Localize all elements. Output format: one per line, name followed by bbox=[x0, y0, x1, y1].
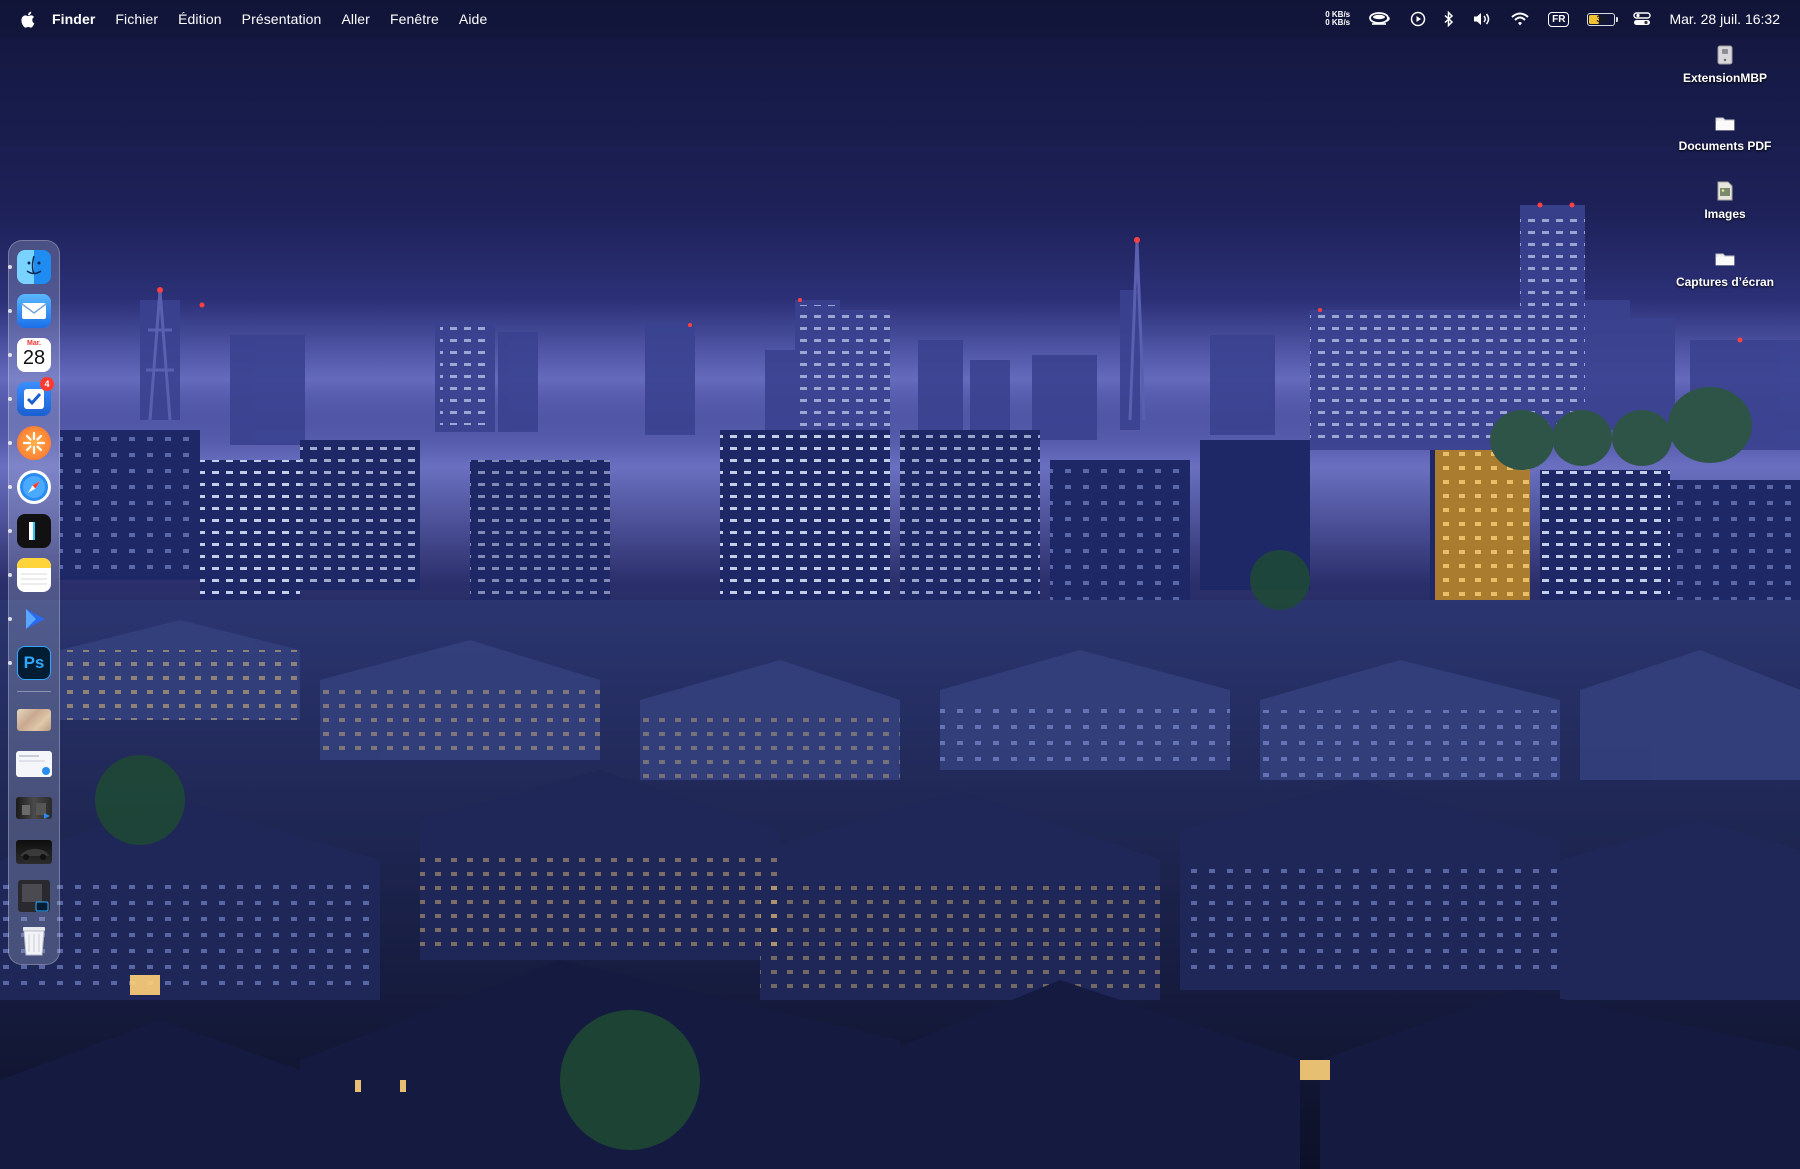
menu-fichier[interactable]: Fichier bbox=[115, 11, 158, 27]
apple-icon[interactable] bbox=[18, 10, 36, 28]
menu-bar-status: 0 KB/s 0 KB/s FR 35 Mar. 28 juil. 16:32 bbox=[1307, 11, 1780, 27]
menu-edition[interactable]: Édition bbox=[178, 11, 222, 27]
notes-icon bbox=[17, 557, 51, 592]
document-thumbnail-icon bbox=[16, 750, 52, 777]
running-indicator bbox=[8, 529, 12, 533]
desktop-wallpaper bbox=[0, 0, 1800, 1169]
desktop-icon-extensionmbp[interactable]: ExtensionMBP bbox=[1650, 40, 1800, 108]
dock-app-mail[interactable] bbox=[8, 291, 54, 331]
menu-presentation[interactable]: Présentation bbox=[242, 11, 322, 27]
dock-recent-document[interactable] bbox=[14, 744, 54, 784]
drive-icon bbox=[1715, 44, 1735, 66]
control-center-icon[interactable] bbox=[1633, 11, 1652, 27]
dock-app-calendar[interactable]: Mar. 28 bbox=[8, 335, 54, 375]
menu-bar: Finder Fichier Édition Présentation Alle… bbox=[0, 0, 1800, 38]
desktop-icon-label: Documents PDF bbox=[1678, 139, 1772, 153]
desktop-icon-label: Captures d’écran bbox=[1675, 275, 1775, 289]
running-indicator bbox=[8, 617, 12, 621]
finder-icon bbox=[17, 249, 51, 284]
image-file-icon bbox=[1715, 180, 1735, 202]
menu-bar-clock[interactable]: Mar. 28 juil. 16:32 bbox=[1669, 11, 1780, 27]
video-thumbnail-icon bbox=[16, 839, 52, 864]
dock-app-safari[interactable] bbox=[8, 467, 54, 507]
mail-icon bbox=[17, 293, 51, 328]
calendar-icon: Mar. 28 bbox=[17, 337, 51, 372]
dock-app-infuse[interactable] bbox=[8, 599, 54, 639]
wifi-icon[interactable] bbox=[1510, 11, 1530, 27]
desktop-icon-label: Images bbox=[1704, 207, 1746, 221]
psd-thumbnail-icon bbox=[18, 879, 50, 912]
menu-aide[interactable]: Aide bbox=[459, 11, 487, 27]
calendar-day: 28 bbox=[22, 346, 46, 369]
battery-indicator[interactable]: 35 bbox=[1587, 12, 1619, 26]
desktop-icon-images[interactable]: Images bbox=[1650, 176, 1800, 244]
photoshop-icon: Ps bbox=[17, 645, 51, 680]
play-circle-icon[interactable] bbox=[1410, 11, 1426, 27]
dock-app-photoshop[interactable]: Ps bbox=[8, 643, 54, 683]
dock-app-ia-writer[interactable] bbox=[8, 511, 54, 551]
writer-cursor-icon bbox=[17, 513, 51, 548]
running-indicator bbox=[8, 661, 12, 665]
desktop-icons: ExtensionMBP Documents PDF Images Captur… bbox=[1650, 40, 1800, 312]
dock-separator bbox=[17, 691, 51, 692]
notification-badge: 4 bbox=[40, 377, 54, 391]
menu-fenetre[interactable]: Fenêtre bbox=[390, 11, 439, 27]
safari-compass-icon bbox=[17, 469, 51, 504]
dock-recent-image[interactable] bbox=[14, 700, 54, 740]
dock-app-reminders[interactable]: 4 bbox=[8, 377, 54, 419]
coffee-cup-icon[interactable] bbox=[1368, 11, 1392, 27]
desktop-icon-captures-ecran[interactable]: Captures d’écran bbox=[1650, 244, 1800, 312]
dock-app-finder[interactable] bbox=[8, 247, 54, 287]
menu-bar-left: Finder Fichier Édition Présentation Alle… bbox=[18, 10, 507, 28]
dock-trash[interactable] bbox=[14, 920, 54, 960]
video-thumbnail-icon bbox=[16, 796, 52, 819]
network-speed-monitor[interactable]: 0 KB/s 0 KB/s bbox=[1325, 11, 1350, 27]
volume-icon[interactable] bbox=[1472, 11, 1492, 27]
menu-aller[interactable]: Aller bbox=[341, 11, 370, 27]
folder-icon bbox=[1715, 112, 1735, 134]
battery-percent: 35 bbox=[1596, 14, 1607, 24]
dock: Mar. 28 4 Ps bbox=[8, 240, 60, 965]
dock-app-notes[interactable] bbox=[8, 555, 54, 595]
desktop-icon-documents-pdf[interactable]: Documents PDF bbox=[1650, 108, 1800, 176]
sunburst-icon bbox=[17, 425, 51, 460]
dock-recent-video-2[interactable] bbox=[14, 832, 54, 872]
play-arrow-icon bbox=[17, 602, 51, 636]
trash-icon bbox=[17, 923, 51, 957]
bluetooth-icon[interactable] bbox=[1444, 11, 1454, 27]
screenshot-folder-icon bbox=[1715, 248, 1735, 270]
running-indicator bbox=[8, 353, 12, 357]
night-city-wallpaper bbox=[0, 0, 1800, 1169]
running-indicator bbox=[8, 441, 12, 445]
net-down-speed: 0 KB/s bbox=[1325, 18, 1351, 27]
running-indicator bbox=[8, 309, 12, 313]
running-indicator bbox=[8, 573, 12, 577]
running-indicator bbox=[8, 265, 12, 269]
image-thumbnail-icon bbox=[17, 708, 51, 731]
dock-recent-video-1[interactable] bbox=[14, 788, 54, 828]
running-indicator bbox=[8, 397, 12, 401]
desktop-icon-label: ExtensionMBP bbox=[1682, 71, 1767, 85]
keyboard-layout-indicator[interactable]: FR bbox=[1548, 11, 1570, 27]
menu-app-finder[interactable]: Finder bbox=[52, 11, 95, 27]
dock-app-spark[interactable] bbox=[8, 423, 54, 463]
dock-recent-psd[interactable] bbox=[14, 876, 54, 916]
running-indicator bbox=[8, 485, 12, 489]
